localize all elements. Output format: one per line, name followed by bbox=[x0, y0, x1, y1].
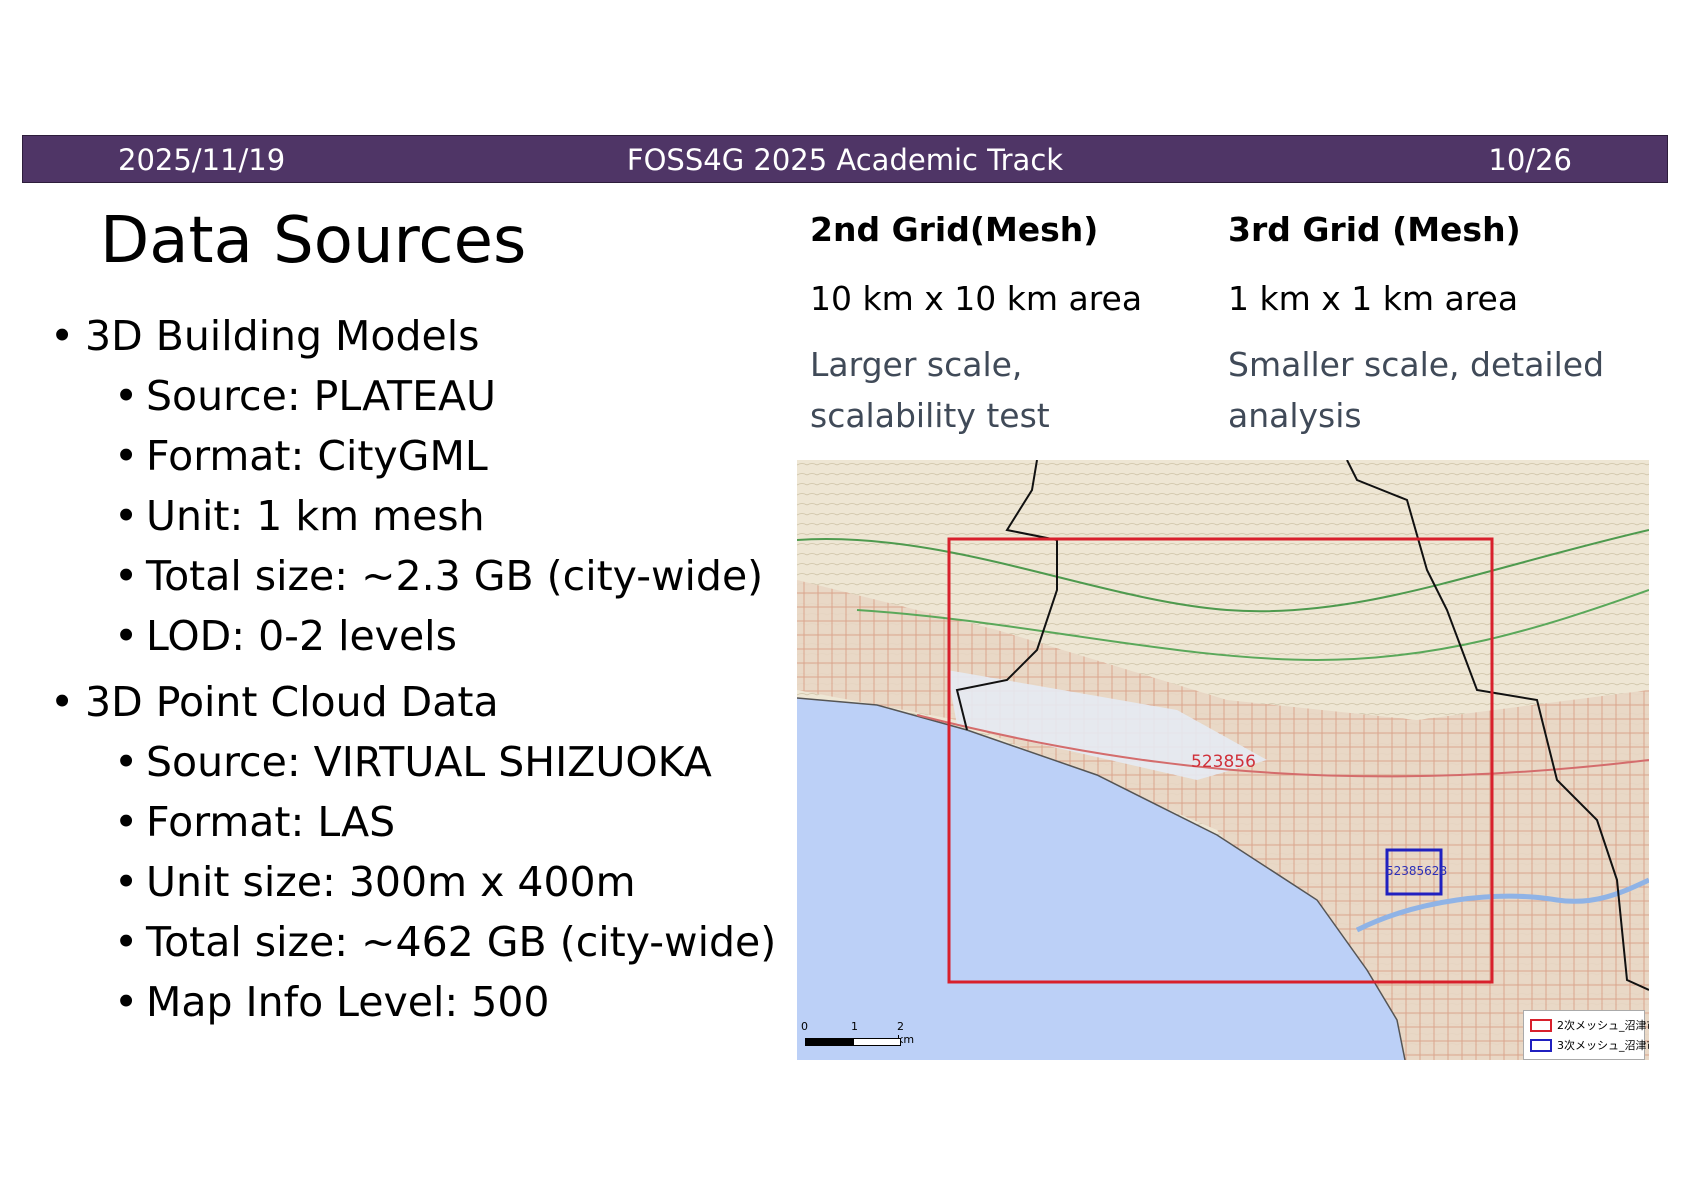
scale-segment-black bbox=[805, 1038, 853, 1046]
grid-column-2nd: 2nd Grid(Mesh) 10 km x 10 km area Larger… bbox=[810, 210, 1210, 441]
bullet-list: 3D Building Models Source: PLATEAU Forma… bbox=[50, 312, 776, 1026]
grid-3rd-description: Smaller scale, detailed analysis bbox=[1228, 345, 1605, 435]
header-conference: FOSS4G 2025 Academic Track bbox=[626, 143, 1064, 177]
bullet-pointcloud-size: Total size: ~462 GB (city-wide) bbox=[50, 918, 776, 966]
header-page-number: 10/26 bbox=[1488, 143, 1572, 177]
bullet-pointcloud-level: Map Info Level: 500 bbox=[50, 978, 750, 1026]
bullet-building-models: 3D Building Models bbox=[50, 312, 750, 360]
mesh2-code-label: 523856 bbox=[1191, 752, 1256, 772]
grid-2nd-description: Larger scale, scalability test bbox=[810, 345, 1050, 435]
legend-swatch-mesh2 bbox=[1530, 1018, 1552, 1032]
bullet-building-format: Format: CityGML bbox=[50, 432, 750, 480]
legend-label-mesh3: 3次メッシュ_沼津市 bbox=[1557, 1039, 1649, 1052]
bullet-pointcloud-unit: Unit size: 300m x 400m bbox=[50, 858, 750, 906]
bullet-building-size: Total size: ~2.3 GB (city-wide) bbox=[50, 552, 763, 600]
header-bar: 2025/11/19 FOSS4G 2025 Academic Track 10… bbox=[22, 135, 1668, 183]
mesh-map: 523856 52385628 0 1 2 km 2次メッシュ_沼津市 3次メッ… bbox=[797, 460, 1649, 1060]
legend-label-mesh2: 2次メッシュ_沼津市 bbox=[1557, 1019, 1649, 1032]
bullet-building-unit: Unit: 1 km mesh bbox=[50, 492, 750, 540]
grid-3rd-area: 1 km x 1 km area bbox=[1228, 279, 1519, 318]
slide-title: Data Sources bbox=[100, 204, 527, 278]
bullet-pointcloud-source: Source: VIRTUAL SHIZUOKA bbox=[50, 738, 750, 786]
scale-bar: 0 1 2 km bbox=[801, 1020, 914, 1060]
legend-row-mesh2: 2次メッシュ_沼津市 bbox=[1530, 1017, 1649, 1033]
bullet-pointcloud-format: Format: LAS bbox=[50, 798, 750, 846]
scale-segment-white bbox=[853, 1038, 901, 1046]
scale-label-0: 0 bbox=[801, 1020, 808, 1033]
mesh3-code-label: 52385628 bbox=[1386, 864, 1448, 878]
map-legend: 2次メッシュ_沼津市 3次メッシュ_沼津市 bbox=[1523, 1010, 1649, 1060]
bullet-building-source: Source: PLATEAU bbox=[50, 372, 750, 420]
grid-column-3rd: 3rd Grid (Mesh) 1 km x 1 km area Smaller… bbox=[1228, 210, 1628, 441]
grid-2nd-area: 10 km x 10 km area bbox=[810, 279, 1143, 318]
scale-label-1: 1 bbox=[851, 1020, 858, 1033]
legend-row-mesh3: 3次メッシュ_沼津市 bbox=[1530, 1037, 1649, 1053]
bullet-point-cloud: 3D Point Cloud Data bbox=[50, 678, 750, 726]
grid-3rd-heading: 3rd Grid (Mesh) bbox=[1228, 210, 1521, 249]
grid-2nd-heading: 2nd Grid(Mesh) bbox=[810, 210, 1099, 249]
bullet-building-lod: LOD: 0-2 levels bbox=[50, 612, 750, 660]
legend-swatch-mesh3 bbox=[1530, 1038, 1552, 1052]
